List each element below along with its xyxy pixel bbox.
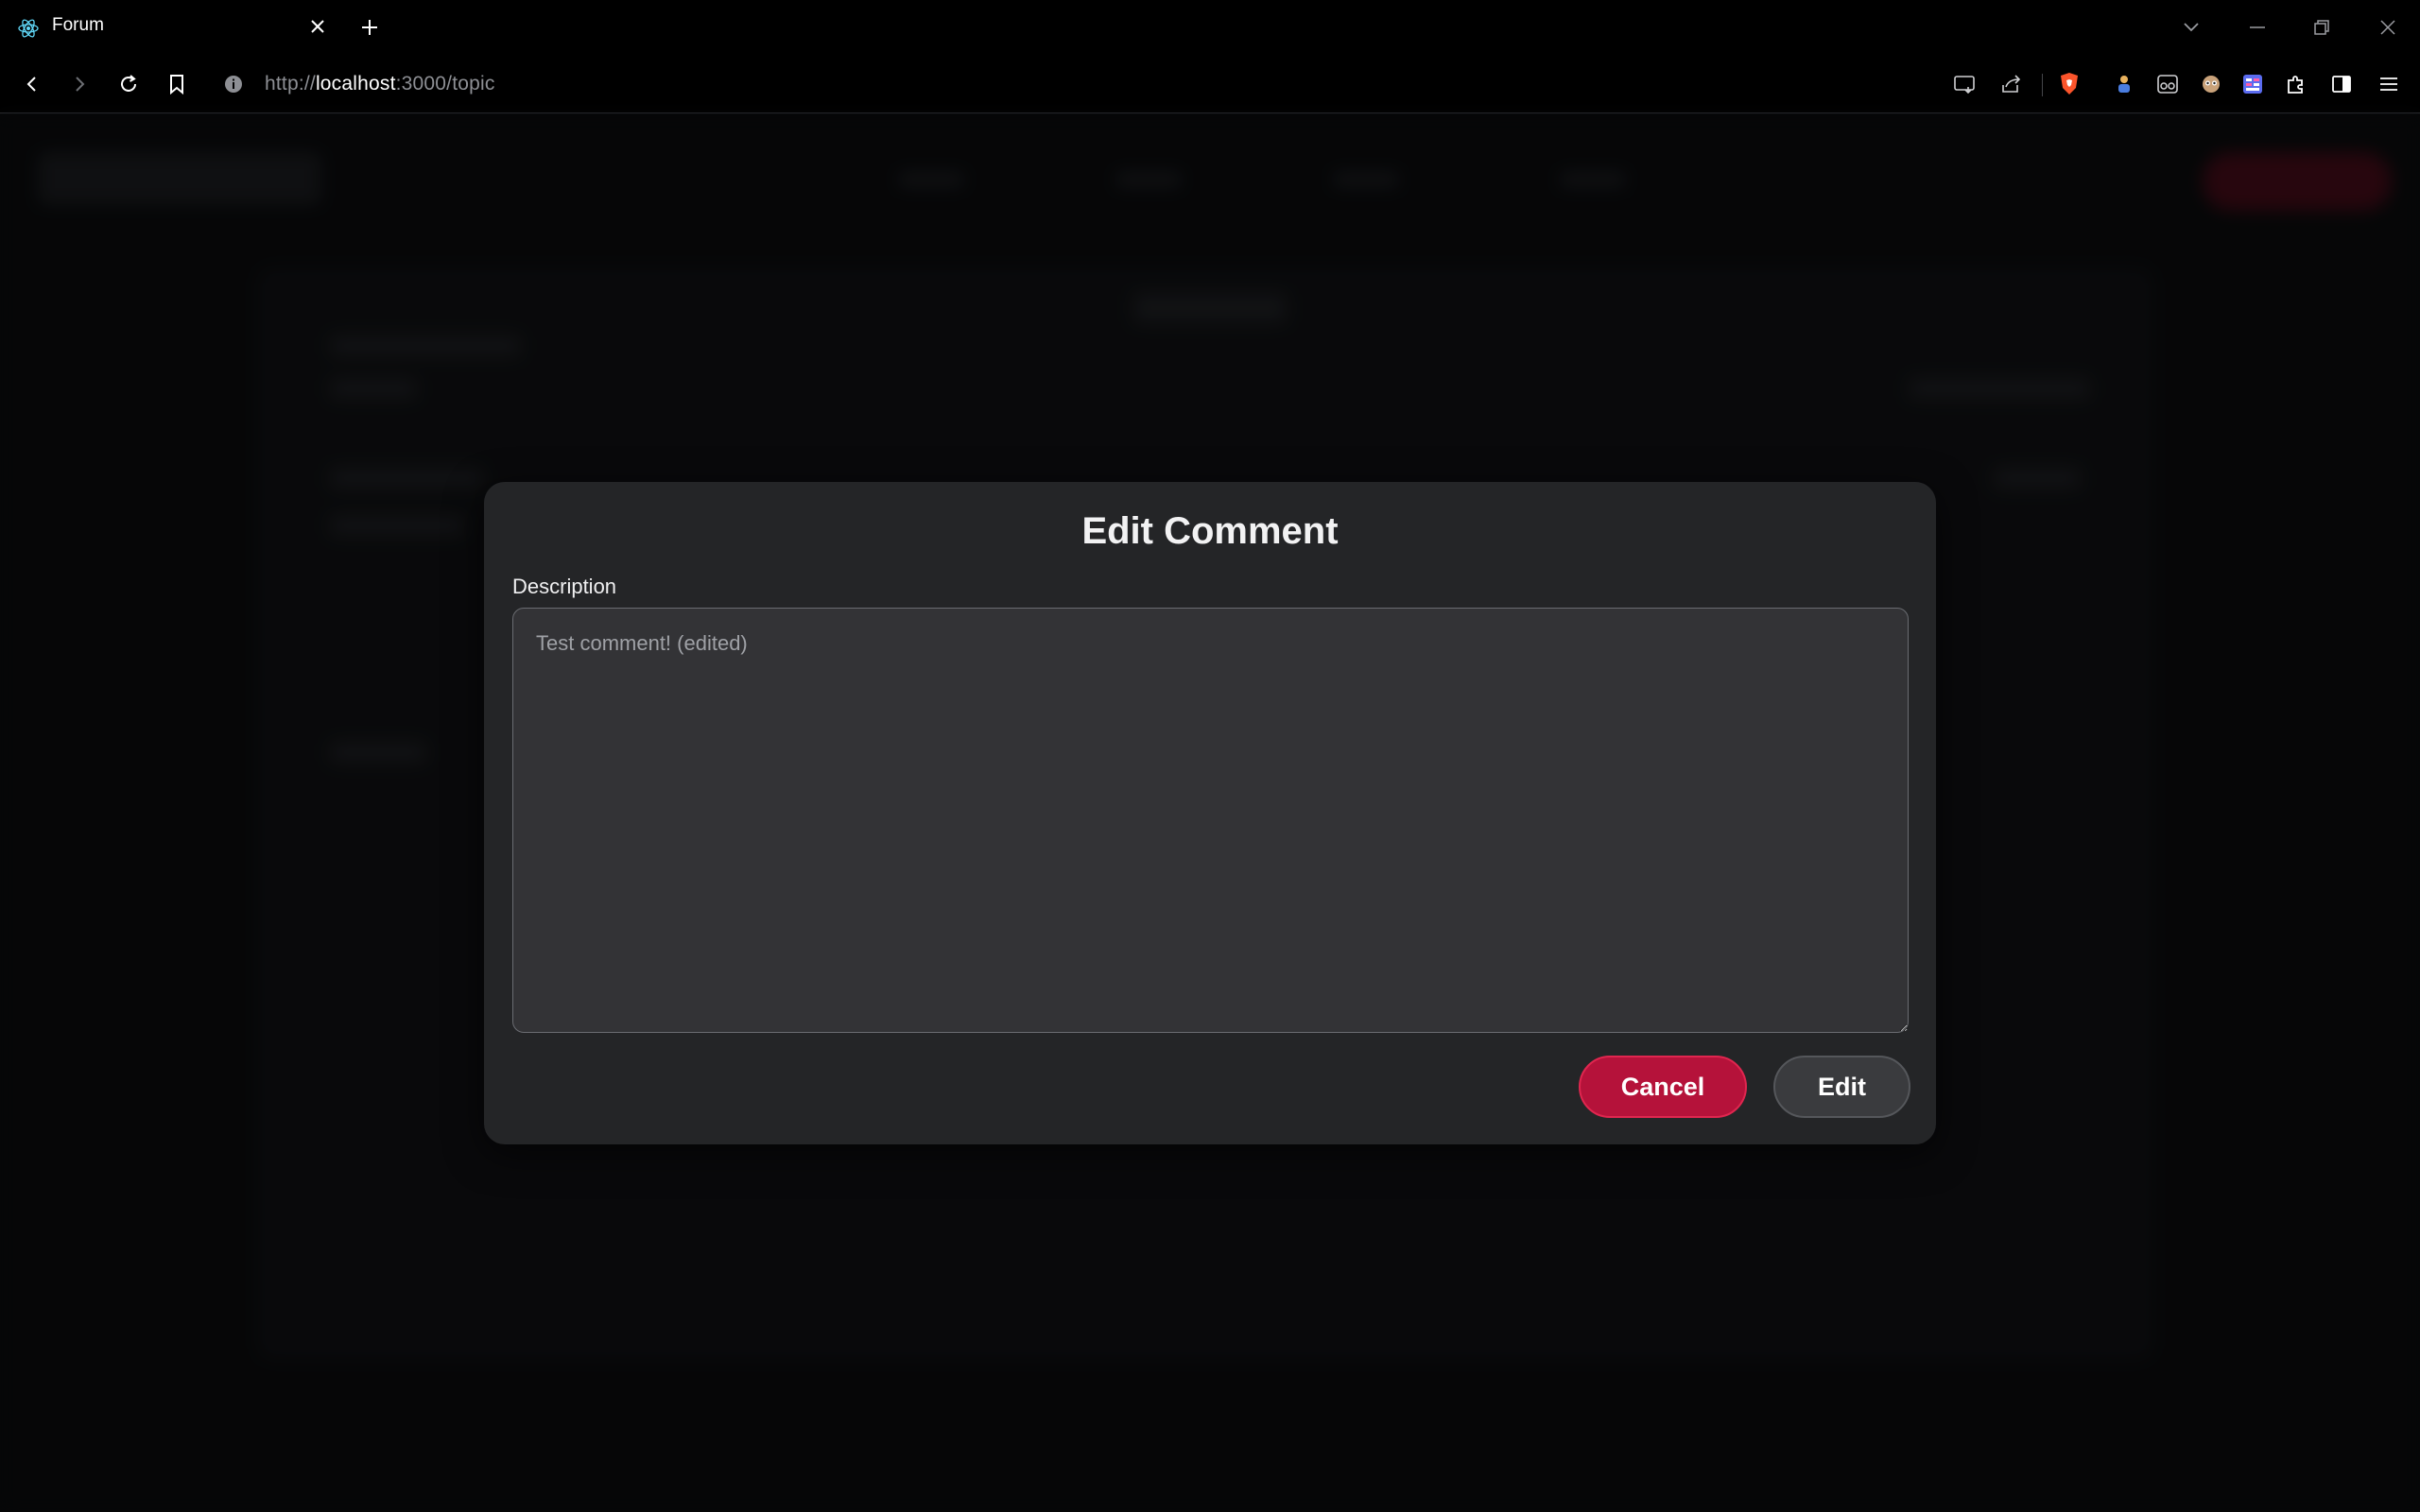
react-atom-icon <box>17 17 40 40</box>
tab-strip: Forum <box>0 0 2420 55</box>
url-scheme: http:// <box>265 73 316 94</box>
restore-icon[interactable] <box>2303 11 2341 43</box>
extension-face-icon[interactable] <box>2195 68 2227 100</box>
browser-tab[interactable]: Forum <box>0 0 340 55</box>
edit-button[interactable]: Edit <box>1773 1056 1910 1118</box>
url-path: :3000/topic <box>395 73 495 94</box>
share-icon[interactable] <box>1996 68 2028 100</box>
browser-toolbar: http://localhost:3000/topic <box>0 55 2420 113</box>
close-window-icon[interactable] <box>2369 11 2407 43</box>
modal-title: Edit Comment <box>1081 510 1339 552</box>
edit-comment-modal: Edit Comment Description Test comment! (… <box>484 482 1936 1144</box>
extension-grid-icon[interactable] <box>2237 68 2269 100</box>
description-textarea[interactable]: Test comment! (edited) <box>512 608 1909 1033</box>
cast-icon[interactable] <box>1948 68 1980 100</box>
toolbar-separator <box>2042 74 2043 96</box>
sidebar-toggle-icon[interactable] <box>2325 68 2358 100</box>
description-label: Description <box>512 575 617 598</box>
address-bar[interactable]: http://localhost:3000/topic <box>265 73 495 95</box>
extension-person-icon[interactable] <box>2108 68 2140 100</box>
extensions-puzzle-icon[interactable] <box>2280 68 2312 100</box>
cancel-button[interactable]: Cancel <box>1579 1056 1747 1118</box>
bookmark-icon[interactable] <box>161 68 193 100</box>
minimize-icon[interactable] <box>2238 11 2276 43</box>
tab-search-chevron-icon[interactable] <box>2172 11 2210 43</box>
brave-shield-icon[interactable] <box>2053 68 2085 100</box>
menu-icon[interactable] <box>2373 68 2405 100</box>
forward-icon[interactable] <box>63 68 95 100</box>
extension-reader-icon[interactable] <box>2152 68 2184 100</box>
tab-title: Forum <box>52 15 104 35</box>
new-tab-icon[interactable] <box>355 13 384 42</box>
close-tab-icon[interactable] <box>304 13 331 40</box>
site-info-icon[interactable] <box>222 73 245 95</box>
url-host: localhost <box>315 73 396 94</box>
reload-icon[interactable] <box>112 68 145 100</box>
back-icon[interactable] <box>16 68 48 100</box>
